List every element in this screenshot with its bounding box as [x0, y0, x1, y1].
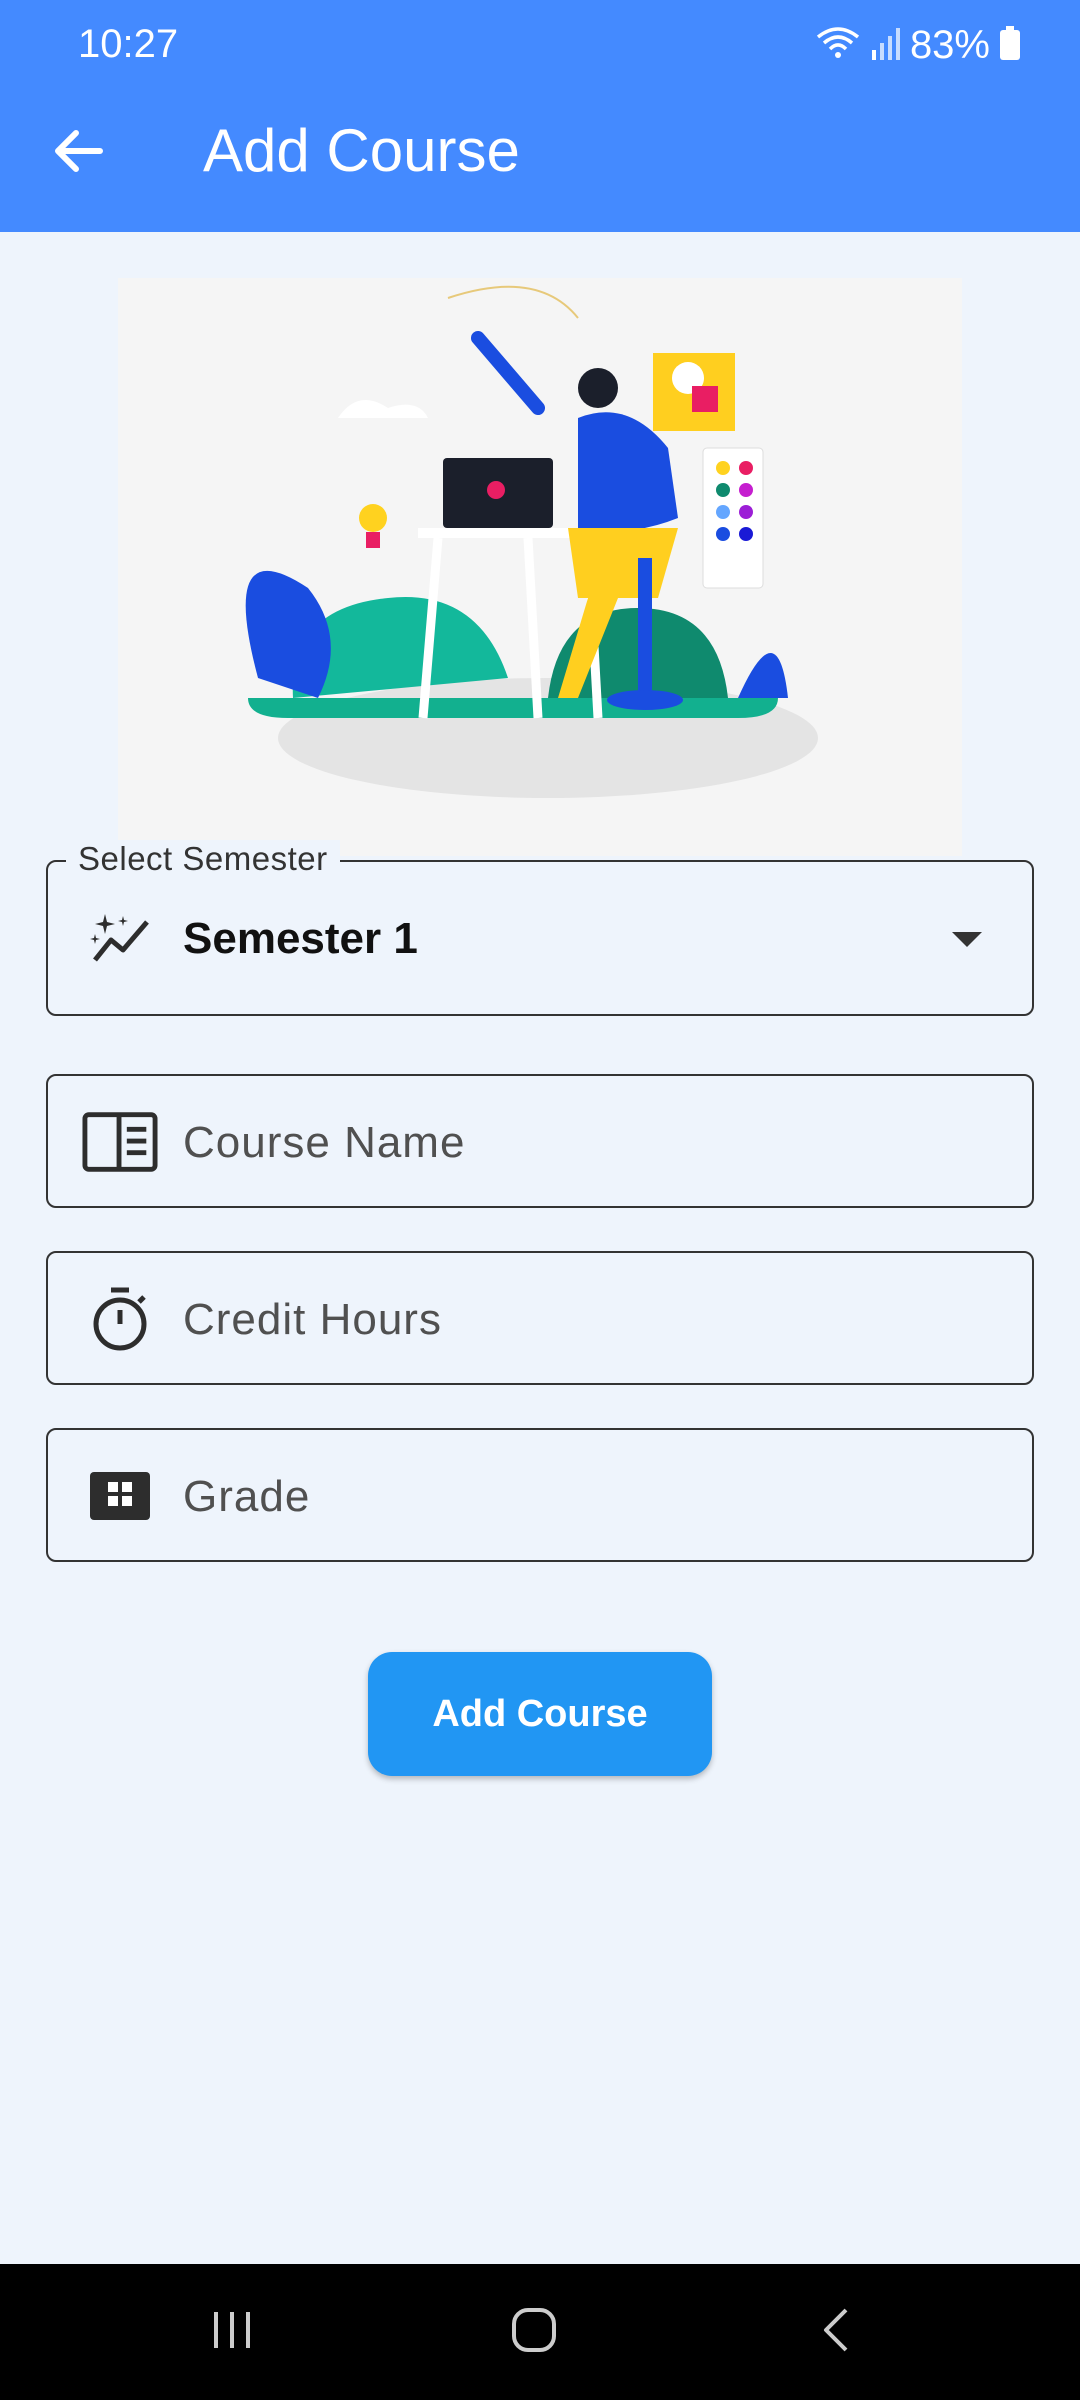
signal-icon	[870, 26, 900, 65]
grade-field[interactable]: Grade	[46, 1428, 1034, 1562]
semester-dropdown[interactable]: Semester 1	[46, 860, 1034, 1016]
timer-icon	[82, 1281, 158, 1357]
recent-apps-button[interactable]	[172, 2294, 292, 2370]
home-icon	[510, 2306, 558, 2359]
course-name-placeholder: Course Name	[183, 1118, 466, 1167]
wifi-icon	[816, 25, 860, 66]
recent-apps-icon	[210, 2308, 254, 2357]
hero-illustration	[118, 278, 962, 856]
grid-view-icon	[82, 1458, 158, 1534]
battery-percent: 83%	[909, 22, 990, 67]
status-time: 10:27	[78, 22, 179, 66]
battery-icon	[1000, 25, 1020, 65]
course-name-field[interactable]: Course Name	[46, 1074, 1034, 1208]
semester-label: Select Semester	[66, 840, 340, 878]
arrow-back-icon	[52, 129, 104, 178]
semester-value: Semester 1	[183, 914, 418, 963]
grade-placeholder: Grade	[183, 1472, 311, 1521]
home-button[interactable]	[474, 2294, 594, 2370]
system-nav-bar	[0, 2264, 1080, 2400]
auto-graph-icon	[82, 900, 158, 976]
chrome-reader-mode-icon	[82, 1104, 158, 1180]
app-bar: 10:27 83% Add Course	[0, 0, 1080, 232]
arrow-drop-down-icon	[952, 932, 982, 947]
add-course-button[interactable]: Add Course	[368, 1652, 712, 1776]
chevron-left-icon	[818, 2306, 854, 2359]
back-button[interactable]	[40, 115, 116, 191]
page-title: Add Course	[203, 117, 520, 184]
status-icons: 83%	[816, 20, 1020, 70]
credit-hours-placeholder: Credit Hours	[183, 1295, 442, 1344]
credit-hours-field[interactable]: Credit Hours	[46, 1251, 1034, 1385]
nav-back-button[interactable]	[776, 2294, 896, 2370]
